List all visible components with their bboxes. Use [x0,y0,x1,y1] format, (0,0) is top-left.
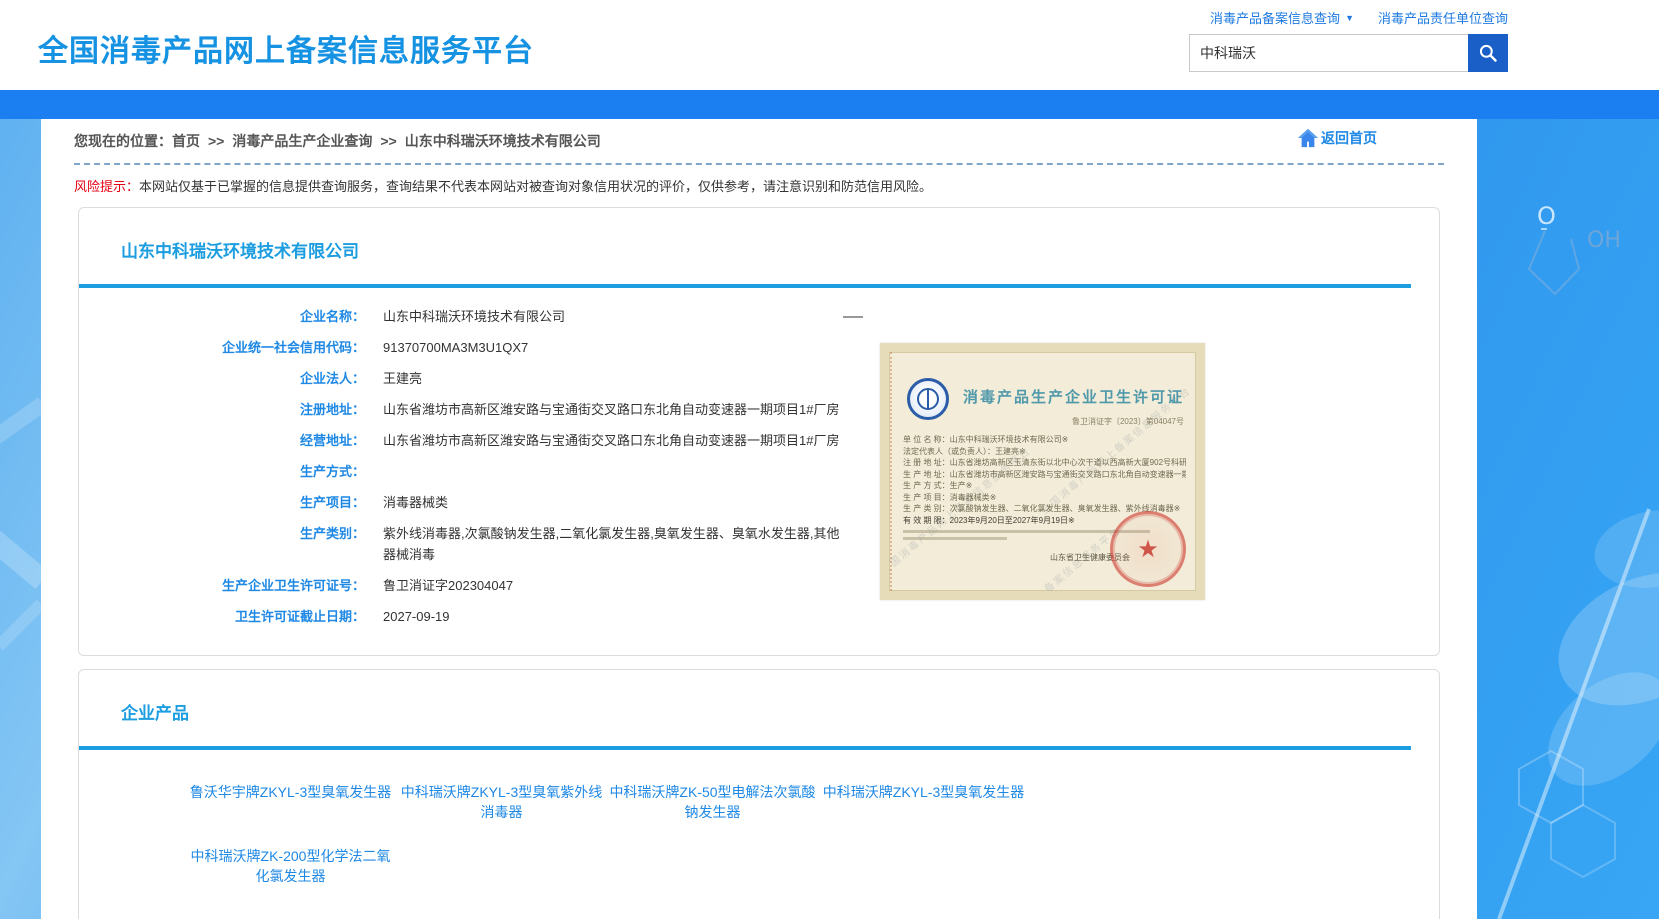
search-input[interactable] [1189,34,1468,72]
breadcrumb-enterprise-query-link[interactable]: 消毒产品生产企业查询 [232,131,372,151]
certificate-line: 生 产 方 式：生产※ [903,480,1186,492]
certificate-line: 单 位 名 称：山东中科瑞沃环境技术有限公司※ [903,434,1186,446]
certificate-line: 法定代表人（或负责人）：王建亮※ [903,446,1186,458]
field-label: 生产项目： [79,492,365,513]
product-list: 鲁沃华宇牌ZKYL-3型臭氧发生器 中科瑞沃牌ZKYL-3型臭氧紫外线消毒器 中… [79,750,1065,919]
header-right: 消毒产品备案信息查询 ▼ 消毒产品责任单位查询 [1189,8,1508,72]
field-label: 企业名称： [79,306,365,327]
breadcrumb-current-page: 山东中科瑞沃环境技术有限公司 [405,131,601,151]
field-row-registered-address: 注册地址： 山东省潍坊市高新区潍安路与宝通街交叉路口东北角自动变速器一期项目1#… [79,399,1439,420]
field-label: 经营地址： [79,430,365,451]
search-bar [1189,34,1508,72]
home-icon [1297,128,1319,148]
nav-responsible-unit-query-label: 消毒产品责任单位查询 [1378,8,1508,27]
risk-notice: 风险提示：本网站仅基于已掌握的信息提供查询服务，查询结果不代表本网站对被查询对象… [41,165,1477,195]
field-label: 注册地址： [79,399,365,420]
field-value: 王建亮 [383,368,422,389]
product-link[interactable]: 鲁沃华宇牌ZKYL-3型臭氧发生器 [185,782,396,822]
field-value: 鲁卫消证字202304047 [383,575,513,596]
field-row-production-method: 生产方式： [79,461,1439,482]
chevron-down-icon: ▼ [1345,13,1354,23]
page: O OH 全国消毒产品网上备案信息服务平台 消毒产品备案信息查询 ▼ 消毒产品责… [0,0,1659,919]
field-row-legal-person: 企业法人： 王建亮 [79,368,1439,389]
product-link[interactable]: 中科瑞沃牌ZK-50型电解法次氯酸钠发生器 [607,782,818,822]
field-label: 生产类别： [79,523,365,565]
nav-filing-query-link[interactable]: 消毒产品备案信息查询 ▼ [1210,8,1354,27]
back-home-link[interactable]: 返回首页 [1297,128,1377,148]
field-value: 91370700MA3M3U1QX7 [383,337,528,358]
certificate-line: 注 册 地 址：山东省潍坊高新区玉清东街以北中心次干道以西高新大厦902号科研楼… [903,457,1186,469]
field-value: 山东省潍坊市高新区潍安路与宝通街交叉路口东北角自动变速器一期项目1#厂房 [383,430,839,451]
field-row-license-number: 生产企业卫生许可证号： 鲁卫消证字202304047 [79,575,1439,596]
field-label: 企业统一社会信用代码： [79,337,365,358]
field-value: 山东中科瑞沃环境技术有限公司 [383,306,565,327]
svg-text:O: O [1537,202,1556,230]
field-value: 山东省潍坊市高新区潍安路与宝通街交叉路口东北角自动变速器一期项目1#厂房 [383,399,839,420]
search-button[interactable] [1468,34,1508,72]
header: 全国消毒产品网上备案信息服务平台 消毒产品备案信息查询 ▼ 消毒产品责任单位查询 [0,0,1659,90]
products-card: 企业产品 鲁沃华宇牌ZKYL-3型臭氧发生器 中科瑞沃牌ZKYL-3型臭氧紫外线… [78,669,1440,919]
field-value: 紫外线消毒器,次氯酸钠发生器,二氧化氯发生器,臭氧发生器、臭氧水发生器,其他器械… [383,523,841,565]
product-link[interactable]: 中科瑞沃牌ZKYL-3型臭氧发生器 [818,782,1029,822]
back-home-label: 返回首页 [1321,128,1377,148]
breadcrumb-separator: >> [208,133,224,149]
company-info-card: 山东中科瑞沃环境技术有限公司 企业名称： 山东中科瑞沃环境技术有限公司 企业统一… [78,207,1440,656]
certificate-emblem-icon [907,378,949,420]
risk-notice-text: 本网站仅基于已掌握的信息提供查询服务，查询结果不代表本网站对被查询对象信用状况的… [139,179,932,194]
hygiene-license-certificate-image[interactable]: 全国消毒产品网上备案信息服务平台 全国消毒产品网上备案信息服务平台 全国消毒产品… [880,343,1205,600]
nav-filing-query-label: 消毒产品备案信息查询 [1210,8,1340,27]
certificate-line: 生 产 地 址：山东省潍坊市高新区潍安路与宝通街交叉路口东北角自动变速器一期项目… [903,469,1186,481]
breadcrumb-home-link[interactable]: 首页 [172,131,200,151]
field-row-license-expiry: 卫生许可证截止日期： 2027-09-19 [79,606,1439,627]
svg-text:OH: OH [1587,228,1621,253]
product-link[interactable]: 中科瑞沃牌ZKYL-3型臭氧紫外线消毒器 [396,782,607,822]
field-label: 企业法人： [79,368,365,389]
field-row-production-category: 生产类别： 紫外线消毒器,次氯酸钠发生器,二氧化氯发生器,臭氧发生器、臭氧水发生… [79,523,1439,565]
certificate-line: 生 产 项 目：消毒器械类※ [903,492,1186,504]
field-label: 卫生许可证截止日期： [79,606,365,627]
field-row-company-name: 企业名称： 山东中科瑞沃环境技术有限公司 [79,306,1439,327]
left-background-decoration [0,119,41,919]
chemistry-molecule-decoration: O OH [1459,119,1659,919]
product-link[interactable]: 中科瑞沃牌ZK-200型化学法二氧化氯发生器 [185,846,396,886]
field-row-production-project: 生产项目： 消毒器械类 [79,492,1439,513]
field-value: 2027-09-19 [383,606,450,627]
field-label: 生产方式： [79,461,365,482]
field-row-credit-code: 企业统一社会信用代码： 91370700MA3M3U1QX7 [79,337,1439,358]
certificate-title: 消毒产品生产企业卫生许可证 [963,386,1184,407]
collapsed-element-dash [843,316,863,318]
search-icon [1478,43,1498,63]
risk-notice-label: 风险提示： [74,179,139,194]
content-area: 您现在的位置： 首页 >> 消毒产品生产企业查询 >> 山东中科瑞沃环境技术有限… [41,119,1477,919]
breadcrumb-separator: >> [380,133,396,149]
header-blue-band [0,90,1659,119]
red-seal-icon: ★ [1110,511,1186,587]
breadcrumb-prefix: 您现在的位置： [74,131,172,151]
top-nav: 消毒产品备案信息查询 ▼ 消毒产品责任单位查询 [1189,8,1508,27]
company-fields: 企业名称： 山东中科瑞沃环境技术有限公司 企业统一社会信用代码： 9137070… [79,288,1439,655]
site-title: 全国消毒产品网上备案信息服务平台 [38,26,534,70]
field-value: 消毒器械类 [383,492,448,513]
field-label: 生产企业卫生许可证号： [79,575,365,596]
seal-star-icon: ★ [1137,535,1159,564]
company-name-title: 山东中科瑞沃环境技术有限公司 [79,208,1439,262]
certificate-number: 鲁卫消证字〔2023〕第04047号 [1072,416,1184,427]
breadcrumb: 您现在的位置： 首页 >> 消毒产品生产企业查询 >> 山东中科瑞沃环境技术有限… [41,119,1477,163]
products-card-title: 企业产品 [79,670,1439,724]
field-row-business-address: 经营地址： 山东省潍坊市高新区潍安路与宝通街交叉路口东北角自动变速器一期项目1#… [79,430,1439,451]
nav-responsible-unit-query-link[interactable]: 消毒产品责任单位查询 [1378,8,1508,27]
